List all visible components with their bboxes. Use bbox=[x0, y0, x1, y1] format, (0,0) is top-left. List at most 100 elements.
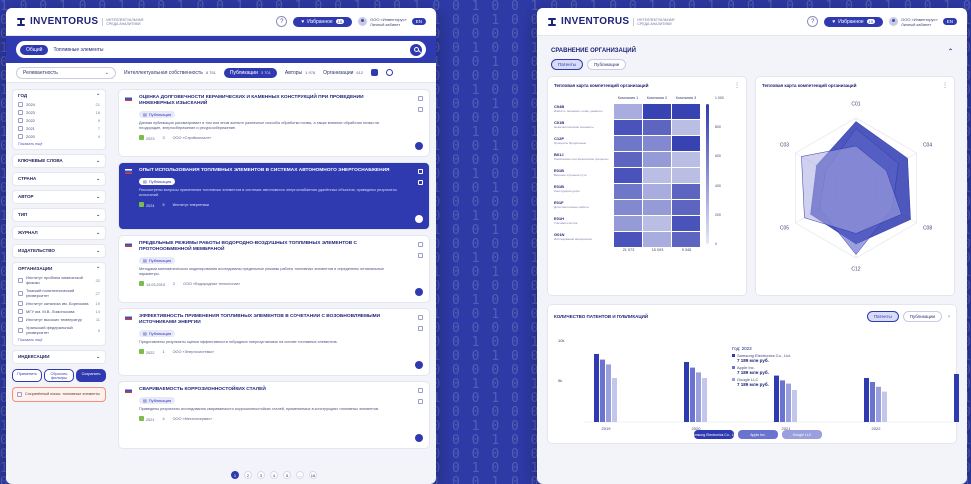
filter-option[interactable]: МГУ им. М.В. Ломоносова 14 bbox=[18, 309, 100, 314]
tab-patents[interactable]: Патенты bbox=[866, 311, 899, 322]
bar[interactable] bbox=[612, 378, 617, 422]
page-button[interactable]: 3 bbox=[257, 471, 265, 479]
language-switch[interactable]: EN bbox=[411, 18, 426, 25]
help-icon[interactable]: ? bbox=[807, 16, 819, 27]
checkbox[interactable] bbox=[18, 126, 23, 131]
reset-button[interactable]: Сбросить фильтры bbox=[44, 369, 74, 382]
bar[interactable] bbox=[600, 359, 605, 422]
more-icon[interactable]: ⋮ bbox=[734, 82, 740, 89]
more-icon[interactable]: ⋮ bbox=[942, 82, 948, 89]
tab-publications[interactable]: Публикации 3 701 bbox=[223, 67, 277, 78]
checkbox[interactable] bbox=[18, 110, 23, 115]
filter-option[interactable]: 2020 4 bbox=[18, 134, 100, 139]
filter-head[interactable]: ИНДЕКСАЦИИ bbox=[18, 354, 50, 360]
page-button[interactable]: 16 bbox=[309, 471, 317, 479]
grid-view-icon[interactable] bbox=[371, 69, 379, 76]
checkbox[interactable] bbox=[18, 327, 23, 333]
heatmap-cell[interactable] bbox=[614, 200, 642, 215]
heatmap-cell[interactable] bbox=[672, 168, 700, 183]
filter-block[interactable]: ИЗДАТЕЛЬСТВО ⌄ bbox=[12, 244, 106, 258]
bar[interactable] bbox=[864, 378, 869, 422]
list-view-icon[interactable] bbox=[386, 69, 394, 76]
chevron-up-icon[interactable]: ⌃ bbox=[948, 48, 953, 55]
apply-button[interactable]: Применить bbox=[12, 369, 42, 382]
tab-organizations[interactable]: Организации 612 bbox=[323, 70, 363, 76]
bar[interactable] bbox=[606, 364, 611, 422]
filter-option[interactable]: Уральский федеральный университет 9 bbox=[18, 325, 100, 335]
organization[interactable]: Институт энергетики bbox=[173, 203, 209, 207]
page-button[interactable]: 4 bbox=[270, 471, 278, 479]
heatmap-cell[interactable] bbox=[643, 136, 671, 151]
heatmap-cell[interactable] bbox=[672, 232, 700, 247]
heatmap-cell[interactable] bbox=[672, 200, 700, 215]
result-card[interactable]: ПРЕДЕЛЬНЫЕ РЕЖИМЫ РАБОТЫ ВОДОРОДНО-ВОЗДУ… bbox=[118, 235, 430, 303]
search-mode-button[interactable]: Общий bbox=[20, 44, 49, 55]
bar[interactable] bbox=[780, 380, 785, 422]
result-title[interactable]: ПРЕДЕЛЬНЫЕ РЕЖИМЫ РАБОТЫ ВОДОРОДНО-ВОЗДУ… bbox=[127, 241, 397, 253]
heatmap-cell[interactable] bbox=[614, 168, 642, 183]
checkbox[interactable] bbox=[18, 301, 23, 306]
user-menu[interactable]: ООО «Инвенторус» Личный кабинет bbox=[889, 17, 938, 27]
heatmap-cell[interactable] bbox=[643, 200, 671, 215]
color-scale[interactable] bbox=[706, 104, 709, 244]
heatmap-cell[interactable] bbox=[614, 216, 642, 231]
help-icon[interactable]: ? bbox=[276, 16, 288, 27]
heatmap-cell[interactable] bbox=[614, 104, 642, 119]
result-card[interactable]: ЭФФЕКТИВНОСТЬ ПРИМЕНЕНИЯ ТОПЛИВНЫХ ЭЛЕМЕ… bbox=[118, 308, 430, 376]
filter-head[interactable]: ГОД bbox=[18, 93, 27, 99]
checkbox[interactable] bbox=[18, 118, 23, 123]
download-icon[interactable] bbox=[418, 253, 423, 258]
heatmap-cell[interactable] bbox=[614, 136, 642, 151]
filter-block[interactable]: АВТОР ⌄ bbox=[12, 190, 106, 204]
saved-search-card[interactable]: Сохранённый поиск: топливные элементы bbox=[12, 387, 106, 402]
checkbox[interactable] bbox=[18, 134, 23, 139]
bookmark-icon[interactable] bbox=[418, 169, 423, 174]
bar[interactable] bbox=[684, 362, 689, 422]
bar[interactable] bbox=[594, 354, 599, 422]
filter-option[interactable]: Институт высоких температур 11 bbox=[18, 317, 100, 322]
bar[interactable] bbox=[954, 374, 959, 422]
open-button[interactable] bbox=[415, 288, 423, 296]
heatmap-cell[interactable] bbox=[643, 152, 671, 167]
heatmap-cell[interactable] bbox=[672, 120, 700, 135]
search-input[interactable]: Топливные элементы bbox=[53, 47, 405, 53]
organization[interactable]: ООО «Водородные технологии» bbox=[183, 282, 240, 286]
filter-option[interactable]: 2021 7 bbox=[18, 126, 100, 131]
download-icon[interactable] bbox=[418, 399, 423, 404]
filter-block[interactable]: СТРАНА ⌄ bbox=[12, 172, 106, 186]
tab-publications[interactable]: Публикации bbox=[902, 311, 942, 322]
filter-block[interactable]: КЛЮЧЕВЫЕ СЛОВА ⌄ bbox=[12, 154, 106, 168]
checkbox[interactable] bbox=[18, 102, 23, 107]
heatmap-cell[interactable] bbox=[614, 184, 642, 199]
favorites-button[interactable]: ♥ Избранное 15 bbox=[824, 16, 884, 27]
filter-option[interactable]: Институт катализа им. Борескова 19 bbox=[18, 301, 100, 306]
result-title[interactable]: ОПЫТ ИСПОЛЬЗОВАНИЯ ТОПЛИВНЫХ ЭЛЕМЕНТОВ В… bbox=[127, 168, 397, 174]
heatmap-cell[interactable] bbox=[643, 104, 671, 119]
favorites-button[interactable]: ♥ Избранное 15 bbox=[293, 16, 353, 27]
checkbox[interactable] bbox=[17, 392, 22, 397]
filter-block[interactable]: ЖУРНАЛ ⌄ bbox=[12, 226, 106, 240]
result-title[interactable]: ОЦЕНКА ДОЛГОВЕЧНОСТИ КЕРАМИЧЕСКИХ И КАМЕ… bbox=[127, 95, 397, 107]
heatmap-cell[interactable] bbox=[643, 232, 671, 247]
bar[interactable] bbox=[774, 375, 779, 422]
checkbox[interactable] bbox=[18, 317, 23, 322]
bar[interactable] bbox=[870, 382, 875, 422]
result-card[interactable]: ОЦЕНКА ДОЛГОВЕЧНОСТИ КЕРАМИЧЕСКИХ И КАМЕ… bbox=[118, 89, 430, 157]
bookmark-icon[interactable] bbox=[418, 388, 423, 393]
heatmap-cell[interactable] bbox=[614, 152, 642, 167]
tab-ip[interactable]: Интеллектуальная собственность 8 751 bbox=[124, 70, 216, 76]
tab-patents[interactable]: Патенты bbox=[551, 59, 583, 70]
language-switch[interactable]: EN bbox=[942, 18, 957, 25]
heatmap-cell[interactable] bbox=[672, 216, 700, 231]
chevron-down-icon[interactable]: ⌄ bbox=[96, 354, 100, 360]
show-more-link[interactable]: Показать ещё bbox=[18, 338, 100, 342]
search-button[interactable] bbox=[410, 43, 422, 56]
chevron-up-icon[interactable]: ⌃ bbox=[96, 93, 100, 99]
heatmap-cell[interactable] bbox=[672, 136, 700, 151]
bar[interactable] bbox=[702, 378, 707, 422]
heatmap-cell[interactable] bbox=[614, 120, 642, 135]
checkbox[interactable] bbox=[18, 309, 23, 314]
result-title[interactable]: ЭФФЕКТИВНОСТЬ ПРИМЕНЕНИЯ ТОПЛИВНЫХ ЭЛЕМЕ… bbox=[127, 314, 397, 326]
user-menu[interactable]: ООО «Инвенторус» Личный кабинет bbox=[358, 17, 407, 27]
heatmap-cell[interactable] bbox=[672, 152, 700, 167]
